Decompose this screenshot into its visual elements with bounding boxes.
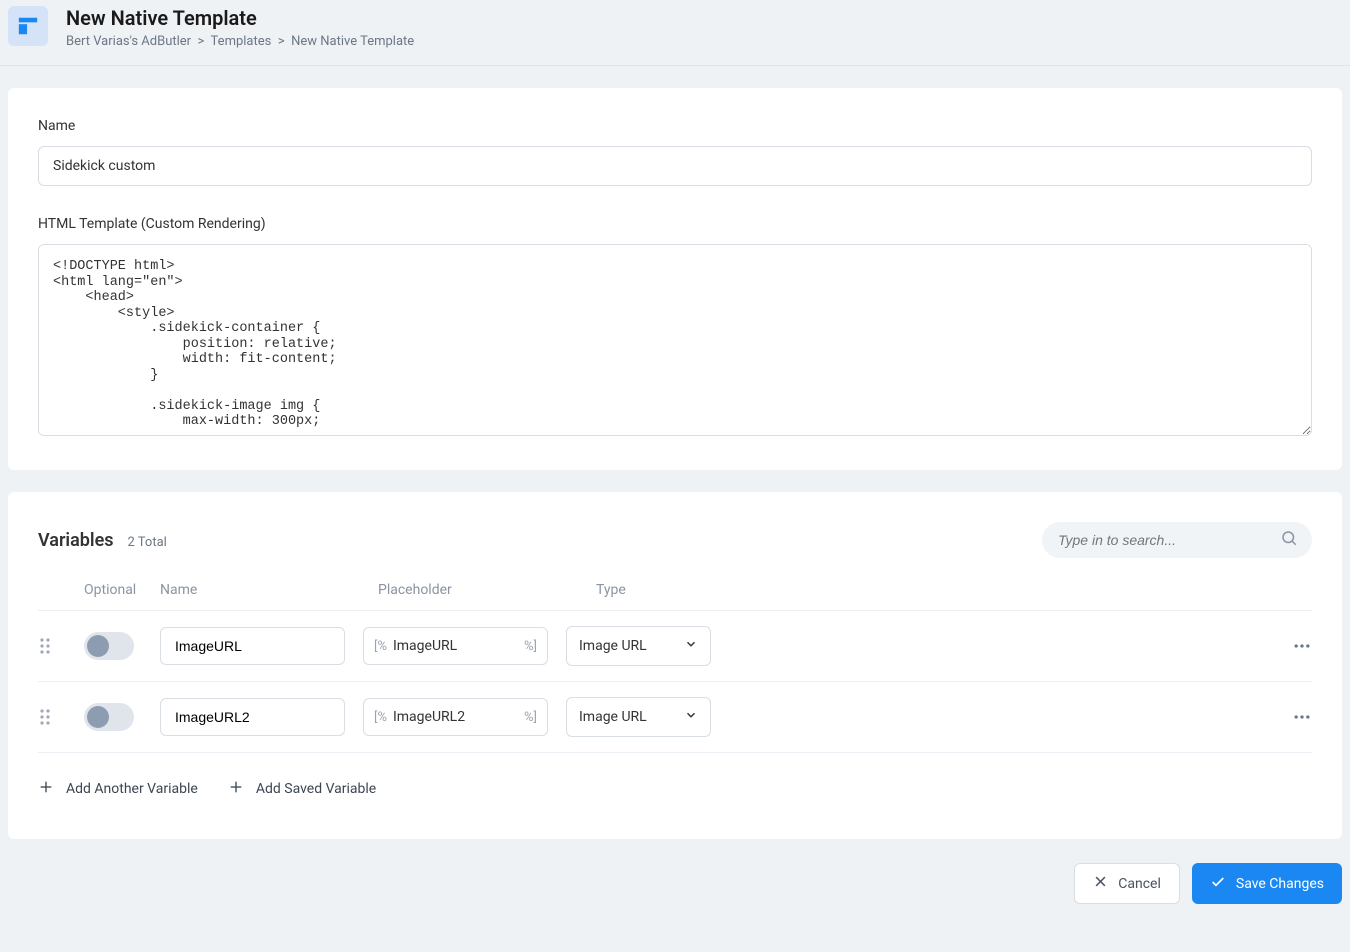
variables-card: Variables 2 Total Optional Name Placehol… xyxy=(8,492,1342,839)
variables-title: Variables xyxy=(38,530,114,551)
variable-placeholder-input[interactable]: [% ImageURL2 %] xyxy=(363,698,548,736)
row-more-button[interactable] xyxy=(1276,707,1312,727)
breadcrumb-item: New Native Template xyxy=(291,34,414,49)
col-placeholder: Placeholder xyxy=(378,582,578,598)
add-saved-label: Add Saved Variable xyxy=(256,781,376,797)
page-title: New Native Template xyxy=(66,6,414,30)
page-header: New Native Template Bert Varias's AdButl… xyxy=(0,0,1350,66)
html-template-textarea[interactable] xyxy=(38,244,1312,436)
breadcrumb-sep: > xyxy=(275,34,291,49)
close-icon xyxy=(1093,874,1108,893)
variable-row: [% ImageURL2 %] Image URL xyxy=(38,682,1312,753)
plus-icon xyxy=(228,779,244,799)
col-optional: Optional xyxy=(84,582,154,598)
variable-type-select[interactable]: Image URL xyxy=(566,626,711,666)
drag-handle-icon[interactable] xyxy=(38,708,84,726)
save-label: Save Changes xyxy=(1236,876,1324,892)
breadcrumb-item[interactable]: Templates xyxy=(211,34,272,49)
col-type: Type xyxy=(596,582,756,598)
variable-row: [% ImageURL %] Image URL xyxy=(38,611,1312,682)
placeholder-value: ImageURL2 xyxy=(393,709,518,725)
optional-toggle[interactable] xyxy=(84,703,134,731)
cancel-button[interactable]: Cancel xyxy=(1074,863,1180,904)
select-value: Image URL xyxy=(579,709,647,725)
optional-toggle[interactable] xyxy=(84,632,134,660)
variables-search-input[interactable] xyxy=(1042,522,1312,558)
chevron-down-icon xyxy=(684,637,698,655)
footer-actions: Cancel Save Changes xyxy=(0,839,1350,928)
cancel-label: Cancel xyxy=(1118,876,1161,892)
variable-type-select[interactable]: Image URL xyxy=(566,697,711,737)
placeholder-bracket-close: %] xyxy=(524,710,537,725)
add-saved-variable-button[interactable]: Add Saved Variable xyxy=(228,779,376,799)
add-another-variable-button[interactable]: Add Another Variable xyxy=(38,779,198,799)
save-changes-button[interactable]: Save Changes xyxy=(1192,863,1342,904)
breadcrumb-sep: > xyxy=(194,34,210,49)
plus-icon xyxy=(38,779,54,799)
variable-name-input[interactable] xyxy=(160,698,345,736)
breadcrumb: Bert Varias's AdButler > Templates > New… xyxy=(66,34,414,49)
drag-handle-icon[interactable] xyxy=(38,637,84,655)
search-icon xyxy=(1280,529,1298,551)
col-name: Name xyxy=(160,582,360,598)
chevron-down-icon xyxy=(684,708,698,726)
variables-table-header: Optional Name Placeholder Type xyxy=(38,574,1312,611)
template-icon xyxy=(8,6,48,46)
placeholder-bracket-close: %] xyxy=(524,639,537,654)
name-label: Name xyxy=(38,118,1312,134)
placeholder-value: ImageURL xyxy=(393,638,518,654)
add-another-label: Add Another Variable xyxy=(66,781,198,797)
html-template-label: HTML Template (Custom Rendering) xyxy=(38,216,1312,232)
variable-name-input[interactable] xyxy=(160,627,345,665)
variables-count: 2 Total xyxy=(128,535,167,550)
breadcrumb-item[interactable]: Bert Varias's AdButler xyxy=(66,34,191,49)
placeholder-bracket-open: [% xyxy=(374,710,387,725)
name-input[interactable] xyxy=(38,146,1312,186)
variable-placeholder-input[interactable]: [% ImageURL %] xyxy=(363,627,548,665)
template-form-card: Name HTML Template (Custom Rendering) xyxy=(8,88,1342,470)
select-value: Image URL xyxy=(579,638,647,654)
placeholder-bracket-open: [% xyxy=(374,639,387,654)
check-icon xyxy=(1210,874,1226,894)
row-more-button[interactable] xyxy=(1276,636,1312,656)
